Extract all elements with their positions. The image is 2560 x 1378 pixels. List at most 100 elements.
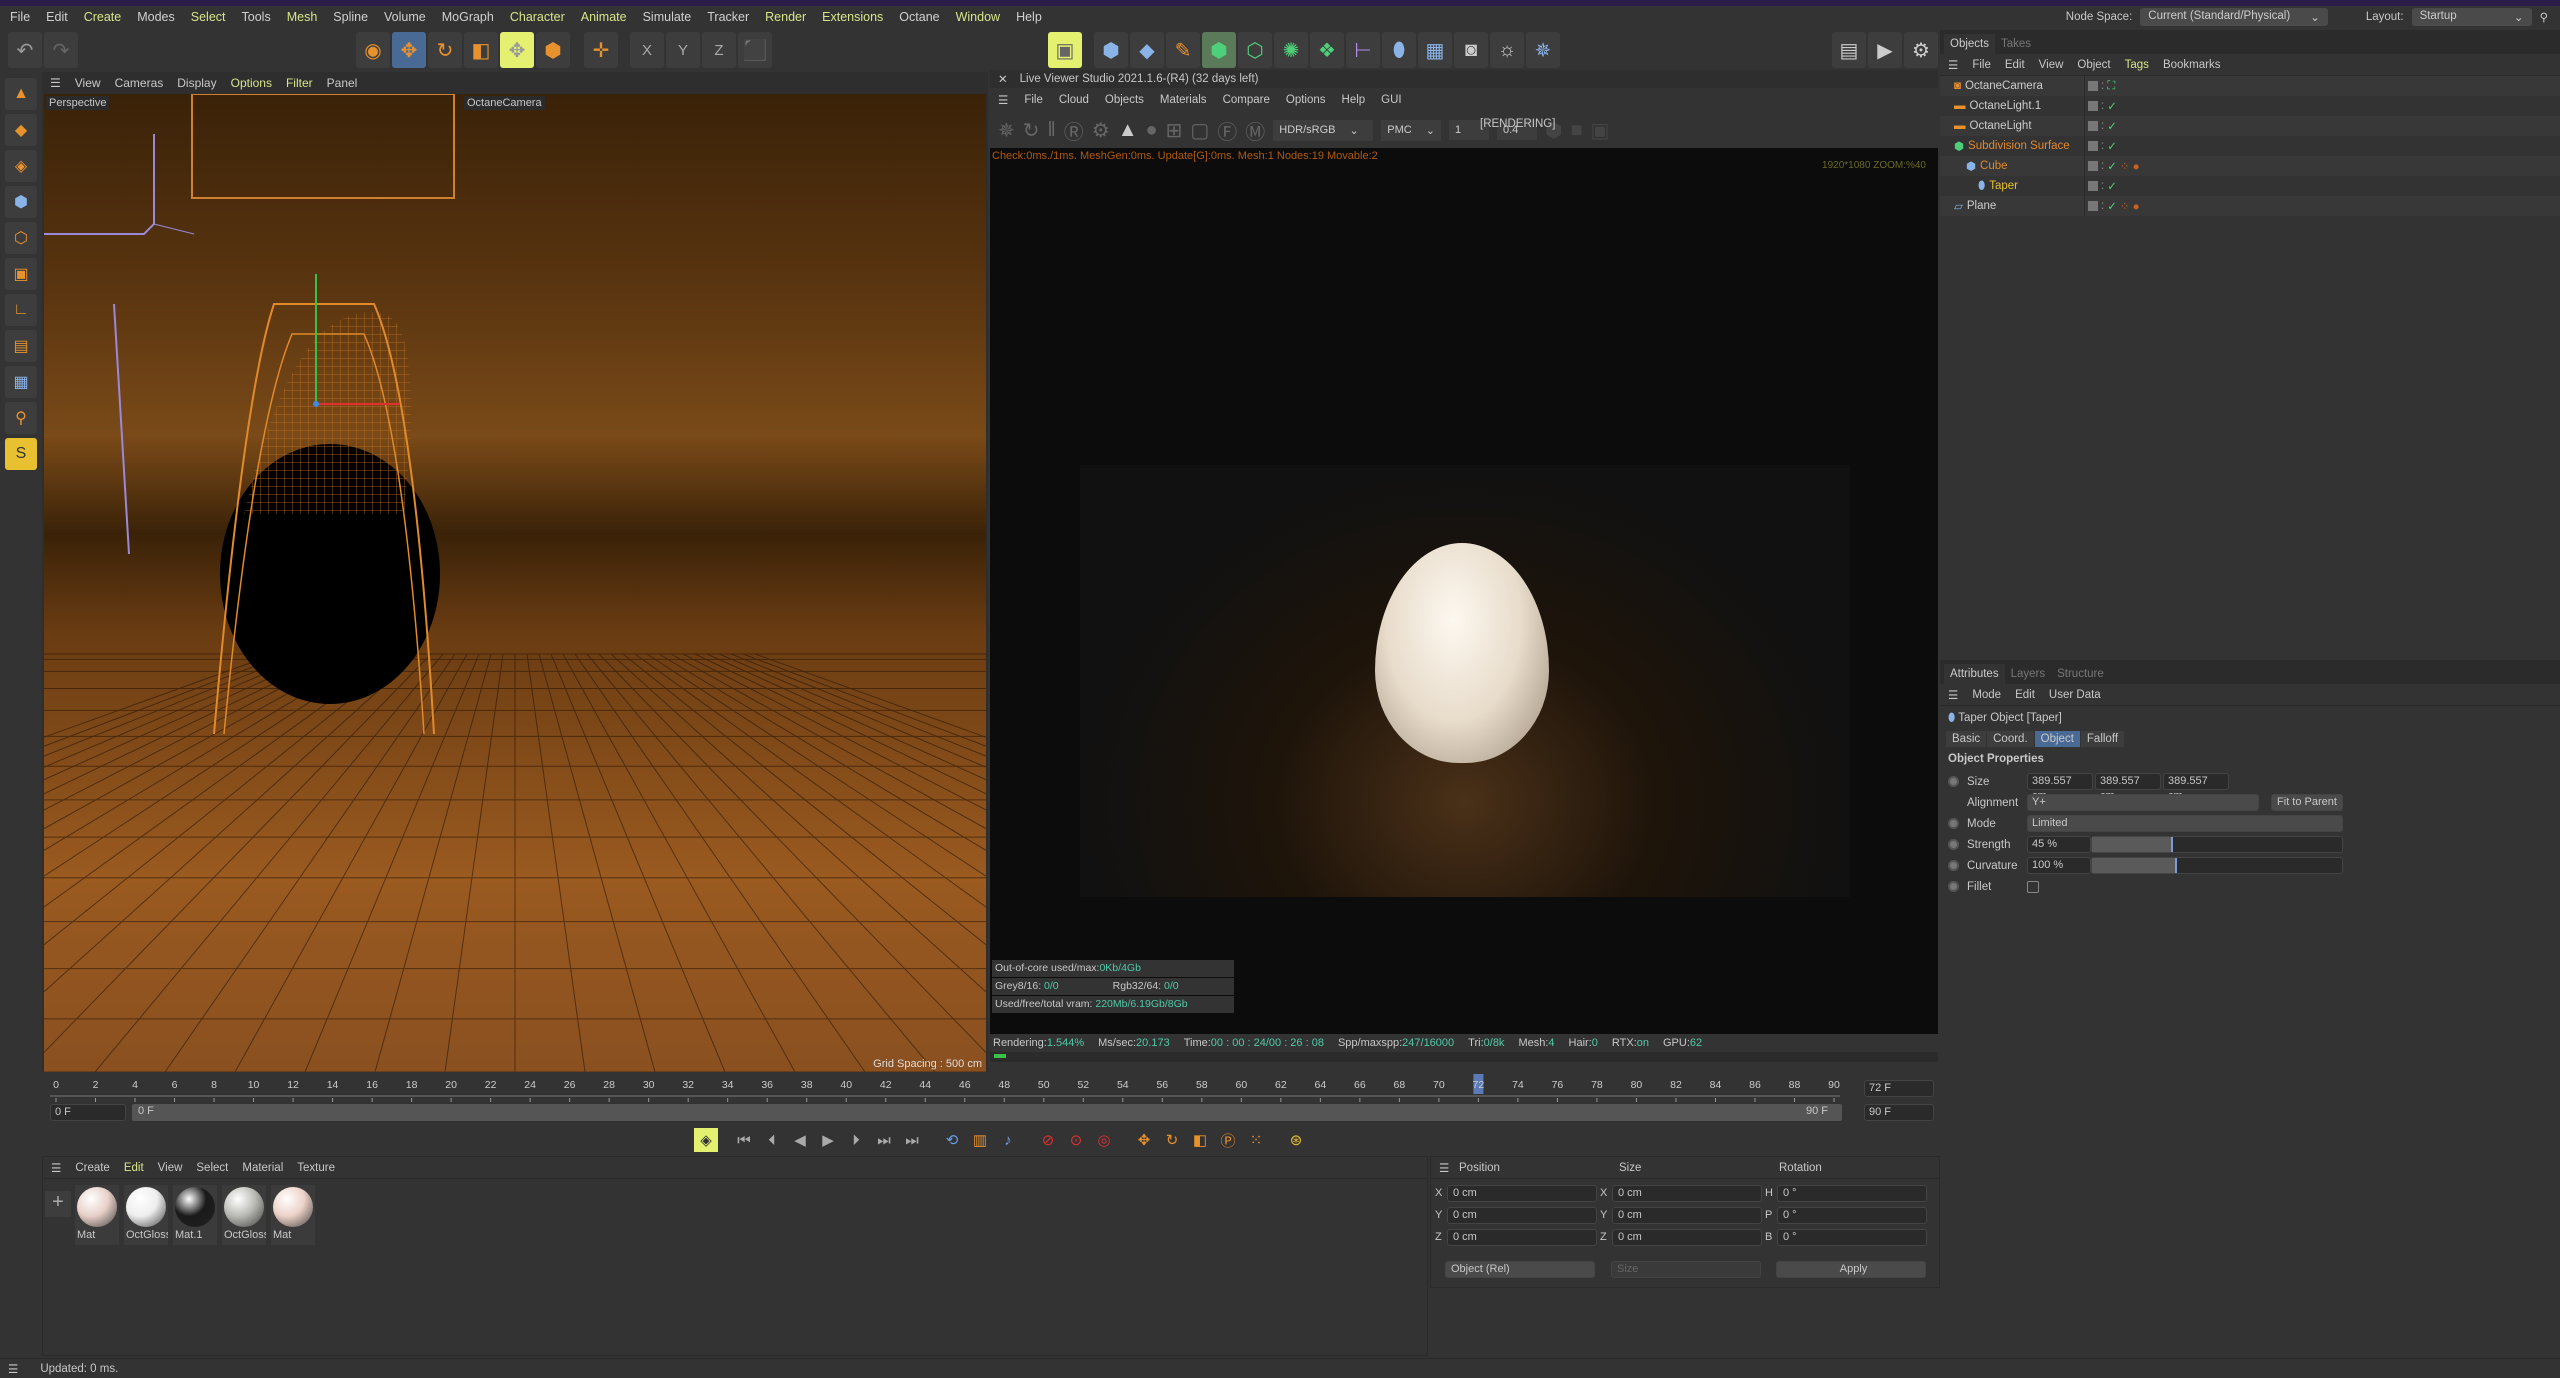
attr-menu-edit[interactable]: Edit [2015,689,2035,701]
mograph-icon[interactable]: ✺ [1274,32,1308,68]
autokey-icon[interactable]: ⊙ [1064,1128,1088,1152]
menu-edit[interactable]: Edit [46,10,68,24]
subtab-object[interactable]: Object [2034,731,2080,747]
material-menu-select[interactable]: Select [196,1162,228,1174]
menu-select[interactable]: Select [191,10,226,24]
frame-range-slider[interactable]: 0 F 90 F [132,1104,1842,1121]
add-material-icon[interactable]: + [45,1191,71,1217]
coord-field[interactable]: 0 ° [1777,1229,1927,1246]
next-frame-icon[interactable]: ⏵ [844,1128,868,1152]
lv-menu-help[interactable]: Help [1342,94,1366,106]
edit-toggle-icon[interactable] [2088,201,2098,211]
enabled-check-icon[interactable]: ✓ [2107,159,2117,173]
menu-extensions[interactable]: Extensions [822,10,883,24]
viewport-menu-filter[interactable]: Filter [286,76,313,90]
prev-key-icon[interactable]: ⏴ [760,1128,784,1152]
deformer-icon[interactable]: ⊢ [1346,32,1380,68]
size-mode-select[interactable]: Size [1611,1261,1761,1278]
render-view-icon[interactable]: ▤ [1832,32,1866,68]
axis-icon[interactable]: ✛ [584,32,618,68]
strength-input[interactable]: 45 % [2027,836,2091,853]
animate-dot[interactable] [1948,776,1959,787]
move-tool-icon[interactable]: ✥ [392,32,426,68]
menu-icon[interactable]: ☰ [1948,58,1958,72]
material-menu-create[interactable]: Create [75,1162,110,1174]
settings-icon[interactable]: ⚙ [1092,118,1110,143]
add-region-icon[interactable]: ⊞ [1166,118,1183,143]
coord-field[interactable]: 0 cm [1612,1207,1762,1224]
animate-dot[interactable] [1948,818,1959,829]
go-to-end-icon[interactable]: ⏭ [900,1128,924,1152]
light-icon[interactable]: ☼ [1490,32,1524,68]
size-z-input[interactable]: 389.557 cm [2163,773,2229,802]
render-area[interactable]: Check:0ms./1ms. MeshGen:0ms. Update[G]:0… [990,148,1938,1038]
keyselect-icon[interactable]: ◎ [1092,1128,1116,1152]
enabled-check-icon[interactable]: ✓ [2107,179,2117,193]
attr-menu-user-data[interactable]: User Data [2049,689,2101,701]
enabled-check-icon[interactable]: ✓ [2107,119,2117,133]
close-icon[interactable]: ✕ [998,72,1008,86]
sound-icon[interactable]: ♪ [996,1128,1020,1152]
timeline-icon[interactable]: ▥ [968,1128,992,1152]
viewport-menu-panel[interactable]: Panel [327,76,358,90]
tab-takes[interactable]: Takes [1995,34,2037,54]
polygons-mode-icon[interactable]: ▣ [5,258,37,290]
layout-select[interactable]: Startup ⌄ [2411,8,2532,26]
material-tag-icon[interactable]: ⁘ ● [2120,199,2140,213]
texture-mode-icon[interactable]: ◈ [5,150,37,182]
edit-toggle-icon[interactable] [2088,161,2098,171]
tab-layers[interactable]: Layers [2005,664,2052,684]
object-row[interactable]: ▱ Plane: ✓ ⁘ ● [1940,196,2560,216]
coord-field[interactable]: 0 ° [1777,1185,1927,1202]
keyframe-icon[interactable]: ◈ [694,1128,718,1152]
z-axis-lock-icon[interactable]: Z [702,32,736,68]
viewport-menu-view[interactable]: View [75,76,101,90]
scale-tool-icon[interactable]: ◧ [464,32,498,68]
fillet-checkbox[interactable] [2027,880,2039,893]
menu-animate[interactable]: Animate [581,10,627,24]
visibility-dots-icon[interactable]: : [2101,100,2104,112]
stop-icon[interactable]: ■ [1570,119,1582,142]
coord-field[interactable]: 0 cm [1447,1185,1597,1202]
motion-icon[interactable]: ⊛ [1284,1128,1308,1152]
object-row[interactable]: ◙ OctaneCamera: ⛶ [1940,76,2560,96]
snap-settings-icon[interactable]: S [5,438,37,470]
octane-logo-icon[interactable]: ✵ [998,118,1015,143]
redo-icon[interactable]: ↷ [44,32,78,68]
lv-menu-compare[interactable]: Compare [1223,94,1270,106]
menu-volume[interactable]: Volume [384,10,426,24]
snap-icon[interactable]: ⬢ [536,32,570,68]
go-to-start-icon[interactable]: ⏮ [732,1128,756,1152]
menu-character[interactable]: Character [510,10,565,24]
menu-tools[interactable]: Tools [242,10,271,24]
transform-tool-icon[interactable]: ✥ [500,32,534,68]
alignment-select[interactable]: Y+ [2027,794,2259,811]
node-space-select[interactable]: Current (Standard/Physical) ⌄ [2140,8,2328,26]
material-item[interactable]: OctGloss [222,1185,266,1245]
pause-icon[interactable]: ‖ [1048,119,1056,142]
menu-icon[interactable]: ☰ [998,93,1008,107]
select-tool-icon[interactable]: ◉ [356,32,390,68]
lv-menu-cloud[interactable]: Cloud [1059,94,1089,106]
coord-field[interactable]: 0 cm [1612,1229,1762,1246]
viewport-name[interactable]: Perspective [46,96,110,110]
viewport-menu-options[interactable]: Options [231,76,272,90]
r-icon[interactable]: Ⓡ [1064,116,1084,145]
lock-icon[interactable]: ▲ [1118,119,1138,142]
menu-window[interactable]: Window [956,10,1000,24]
tab-attributes[interactable]: Attributes [1944,664,2005,684]
animate-dot[interactable] [1948,839,1959,850]
animate-dot[interactable] [1948,860,1959,871]
x-axis-lock-icon[interactable]: X [630,32,664,68]
floor-icon[interactable]: ▦ [1418,32,1452,68]
subtab-coord[interactable]: Coord. [1987,731,2034,747]
menu-render[interactable]: Render [765,10,806,24]
key-param-icon[interactable]: Ⓟ [1216,1128,1240,1152]
enabled-check-icon[interactable]: ⛶ [2107,80,2115,93]
material-item[interactable]: OctGloss [124,1185,168,1245]
y-axis-lock-icon[interactable]: Y [666,32,700,68]
size-y-input[interactable]: 389.557 cm [2095,773,2161,802]
menu-icon[interactable]: ☰ [8,1362,18,1376]
edit-toggle-icon[interactable] [2088,121,2098,131]
viewport-menu-cameras[interactable]: Cameras [115,76,164,90]
